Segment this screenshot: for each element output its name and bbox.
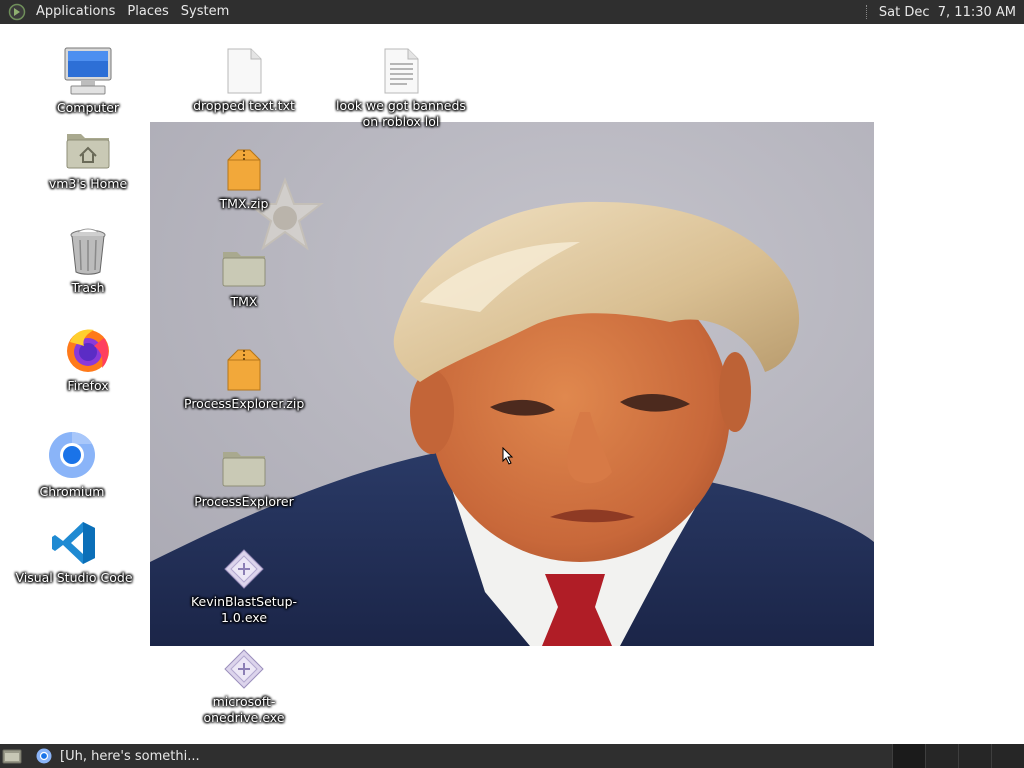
workspace-2[interactable] [925, 744, 958, 768]
desktop-icon-onedrive[interactable]: microsoft-onedrive.exe [184, 648, 304, 726]
computer-icon [64, 47, 112, 95]
desktop-icon-home[interactable]: vm3's Home [28, 128, 148, 192]
clock-area[interactable]: Sat Dec 7, 11:30 AM [865, 5, 1024, 20]
desktop-icon-kevinblast[interactable]: KevinBlastSetup-1.0.exe [184, 548, 304, 626]
icon-label: ProcessExplorer.zip [184, 396, 305, 411]
icon-label: Trash [71, 280, 105, 295]
home-folder-icon [66, 134, 110, 169]
clock[interactable]: Sat Dec 7, 11:30 AM [879, 5, 1016, 20]
desktop-icon-tmx-zip[interactable]: TMX.zip [184, 148, 304, 212]
icon-label: TMX [230, 294, 258, 309]
icon-label: vm3's Home [48, 176, 128, 191]
icon-label: Computer [56, 100, 120, 115]
vscode-icon [52, 522, 95, 564]
desktop-icon-computer[interactable]: Computer [28, 46, 148, 116]
menu-system[interactable]: System [175, 0, 235, 24]
desktop[interactable]: Computer vm3's Home Trash Firefox Chromi… [0, 24, 1024, 744]
zip-archive-icon [227, 349, 261, 391]
desktop-icon-look-banned[interactable]: look we got banneds on roblox lol [336, 48, 466, 130]
tray-separator [865, 5, 873, 19]
executable-icon [224, 649, 264, 689]
desktop-icon-processexplorer[interactable]: ProcessExplorer [184, 448, 304, 510]
desktop-icon-trash[interactable]: Trash [28, 226, 148, 296]
chromium-small-icon [36, 748, 52, 764]
mouse-cursor-icon [502, 447, 514, 465]
desktop-icon-firefox[interactable]: Firefox [28, 326, 148, 394]
icon-label: microsoft-onedrive.exe [203, 694, 285, 725]
icon-label: ProcessExplorer [194, 494, 294, 509]
folder-icon [222, 452, 266, 487]
icon-label: TMX.zip [219, 196, 269, 211]
icon-label: KevinBlastSetup-1.0.exe [190, 594, 298, 625]
desktop-icon-tmx[interactable]: TMX [184, 248, 304, 310]
workspace-3[interactable] [958, 744, 991, 768]
taskbar-window-title: [Uh, here's somethi... [60, 748, 200, 764]
text-file-icon [227, 48, 262, 94]
workspace-1[interactable] [892, 744, 925, 768]
icon-label: look we got banneds on roblox lol [336, 98, 466, 129]
desktop-icon-chromium[interactable]: Chromium [12, 430, 132, 500]
icon-label: dropped text.txt [193, 98, 295, 113]
menu-places[interactable]: Places [121, 0, 174, 24]
workspace-switcher[interactable] [892, 744, 1024, 768]
workspace-4[interactable] [991, 744, 1024, 768]
bottom-panel: [Uh, here's somethi... [0, 744, 1024, 768]
menu-applications[interactable]: Applications [30, 0, 121, 24]
desktop-icon-dropped-text[interactable]: dropped text.txt [184, 48, 304, 114]
text-file-icon [384, 48, 419, 94]
icon-label: Visual Studio Code [15, 570, 133, 585]
desktop-icon-vscode[interactable]: Visual Studio Code [14, 520, 134, 586]
trash-icon [70, 228, 106, 275]
icon-label: Firefox [67, 378, 109, 393]
menu-logo-icon[interactable] [8, 3, 26, 21]
show-desktop-icon[interactable] [2, 747, 22, 765]
top-panel: Applications Places System Sat Dec 7, 11… [0, 0, 1024, 24]
zip-archive-icon [227, 149, 261, 191]
executable-icon [224, 549, 264, 589]
icon-label: Chromium [39, 484, 105, 499]
firefox-icon [67, 329, 109, 372]
desktop-icon-processexplorer-zip[interactable]: ProcessExplorer.zip [184, 348, 304, 412]
taskbar-window-button[interactable]: [Uh, here's somethi... [36, 748, 200, 764]
folder-icon [222, 252, 266, 287]
chromium-icon [49, 432, 95, 478]
